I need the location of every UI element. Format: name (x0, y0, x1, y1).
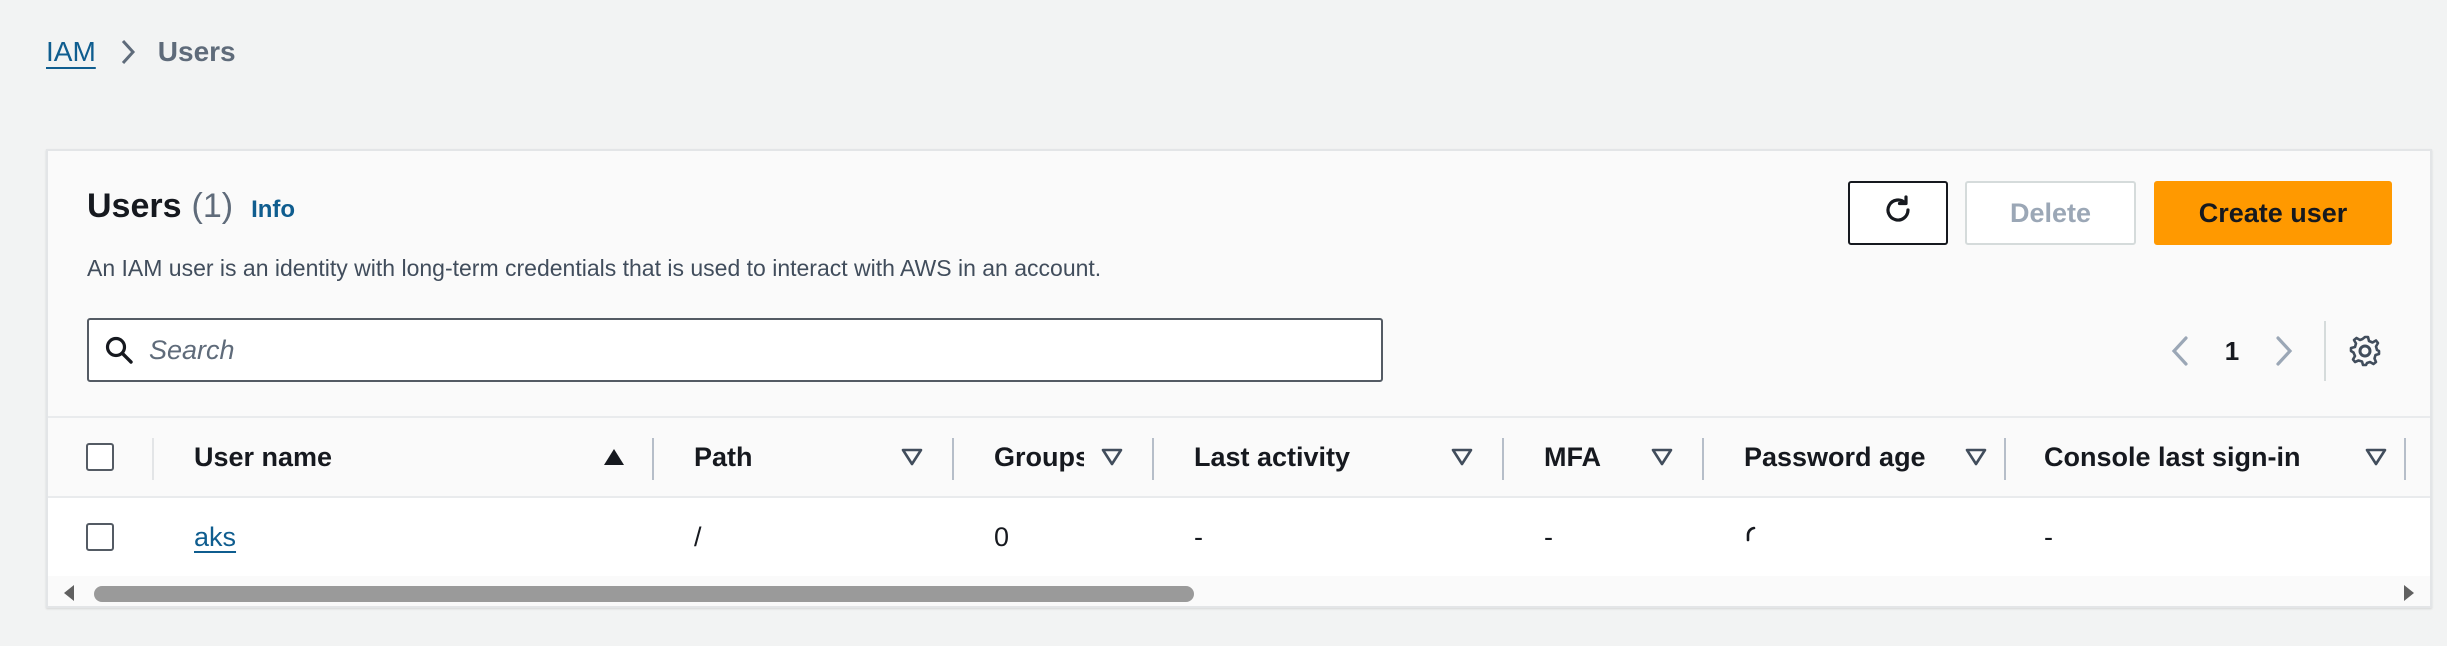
table-header: User name Path Groups Last activity MFA (48, 416, 2430, 498)
column-divider[interactable] (652, 438, 654, 480)
next-page-button[interactable] (2258, 335, 2310, 367)
column-divider[interactable] (2404, 438, 2406, 480)
users-panel: Users (1) Info An IAM user is an identit… (46, 149, 2432, 608)
column-label: MFA (1544, 441, 1601, 472)
column-label: Path (694, 441, 753, 472)
pager-divider (2324, 321, 2326, 381)
sort-icon[interactable] (1651, 418, 1673, 496)
cell-groups: 0 (994, 498, 1009, 576)
column-header-password-age[interactable]: Password age (1744, 418, 1954, 496)
select-all-checkbox[interactable] (86, 443, 114, 471)
column-label: Last activity (1194, 441, 1351, 472)
scroll-right-arrow-icon[interactable] (2402, 584, 2416, 606)
select-all-checkbox-cell (86, 418, 114, 496)
column-label: Password age (1744, 441, 1926, 472)
column-label: Console last sign-in (2044, 441, 2301, 472)
row-checkbox-cell (86, 498, 114, 576)
column-header-console-last-sign-in[interactable]: Console last sign-in (2044, 418, 2364, 496)
console-last-sign-in-value: - (2044, 521, 2053, 552)
groups-value: 0 (994, 521, 1010, 552)
column-header-last-activity[interactable]: Last activity (1194, 418, 1444, 496)
column-divider (152, 438, 154, 480)
users-count: (1) (191, 187, 234, 225)
column-divider[interactable] (1702, 438, 1704, 480)
path-value: / (694, 521, 702, 552)
column-label: Groups (994, 441, 1084, 472)
column-divider[interactable] (1152, 438, 1154, 480)
panel-header: Users (1) Info (87, 187, 295, 226)
sort-icon[interactable] (901, 418, 923, 496)
table-row: aks / 0 - - - (48, 498, 2430, 576)
column-divider[interactable] (2004, 438, 2006, 480)
column-header-path[interactable]: Path (694, 418, 894, 496)
sort-icon[interactable] (2365, 418, 2387, 496)
column-divider[interactable] (1502, 438, 1504, 480)
search-box[interactable] (87, 318, 1383, 382)
cell-last-activity: - (1194, 498, 1203, 576)
scrollbar-thumb[interactable] (94, 586, 1194, 602)
user-name-link[interactable]: aks (194, 522, 236, 553)
last-activity-value: - (1194, 521, 1203, 552)
search-input[interactable] (149, 334, 1349, 366)
delete-button[interactable]: Delete (1965, 181, 2136, 245)
page-number[interactable]: 1 (2206, 336, 2258, 367)
previous-page-button[interactable] (2154, 335, 2206, 367)
info-link[interactable]: Info (251, 196, 295, 224)
panel-description: An IAM user is an identity with long-ter… (87, 255, 1102, 281)
panel-title: Users (87, 187, 182, 225)
scroll-left-arrow-icon[interactable] (62, 584, 76, 606)
cell-password-age (1744, 498, 1760, 576)
chevron-right-icon (120, 39, 136, 65)
column-label: User name (194, 441, 333, 472)
sort-icon[interactable] (1451, 418, 1473, 496)
pagination: 1 (2154, 321, 2310, 381)
breadcrumb-current: Users (157, 36, 236, 67)
refresh-button[interactable] (1848, 181, 1948, 245)
create-user-button[interactable]: Create user (2154, 181, 2392, 245)
breadcrumb: IAM Users (46, 36, 236, 68)
cell-path: / (694, 498, 702, 576)
column-header-groups[interactable]: Groups (994, 418, 1084, 496)
cell-mfa: - (1544, 498, 1553, 576)
refresh-icon (1881, 193, 1915, 234)
horizontal-scrollbar[interactable] (48, 576, 2430, 606)
sort-ascending-icon[interactable] (603, 418, 625, 496)
cell-console-last-sign-in: - (2044, 498, 2053, 576)
row-checkbox[interactable] (86, 523, 114, 551)
sort-icon[interactable] (1965, 418, 1987, 496)
mfa-value: - (1544, 521, 1553, 552)
loading-spinner-icon (1744, 524, 1760, 551)
column-header-user-name[interactable]: User name (194, 418, 504, 496)
column-header-mfa[interactable]: MFA (1544, 418, 1644, 496)
gear-icon[interactable] (2345, 331, 2385, 371)
sort-icon[interactable] (1101, 418, 1123, 496)
breadcrumb-iam-link[interactable]: IAM (46, 36, 96, 68)
cell-user-name: aks (194, 498, 236, 576)
column-divider[interactable] (952, 438, 954, 480)
search-icon (89, 335, 149, 365)
